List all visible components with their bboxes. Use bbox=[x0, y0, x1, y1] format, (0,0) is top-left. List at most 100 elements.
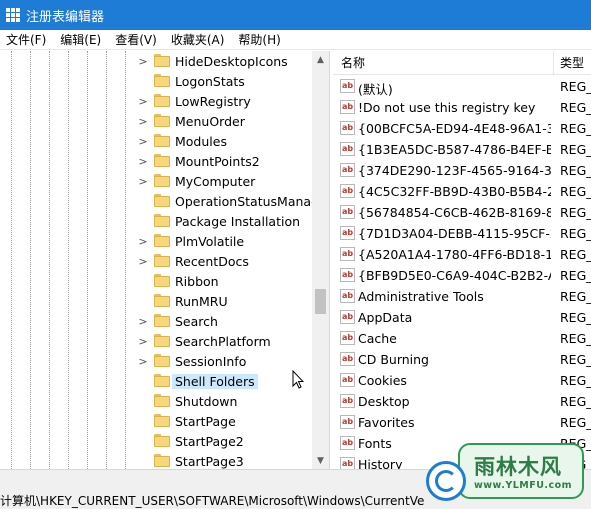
tree-item[interactable]: > SearchPlatform bbox=[0, 331, 312, 351]
folder-icon bbox=[154, 234, 170, 247]
expand-chevron-icon[interactable]: > bbox=[138, 151, 148, 171]
tree-item[interactable]: StartPage2 bbox=[0, 431, 312, 451]
folder-icon bbox=[154, 154, 170, 167]
tree-item[interactable]: OperationStatusManag bbox=[0, 191, 319, 211]
value-type: REG_ bbox=[560, 247, 591, 262]
list-item[interactable]: ab Administrative Tools REG_ bbox=[333, 286, 591, 307]
expand-chevron-icon[interactable]: > bbox=[138, 331, 148, 351]
value-name: {BFB9D5E0-C6A9-404C-B2B2-A… bbox=[358, 268, 551, 283]
column-header-name[interactable]: 名称 bbox=[341, 54, 365, 71]
expand-chevron-icon[interactable]: > bbox=[138, 311, 148, 331]
expand-chevron-icon[interactable]: > bbox=[138, 91, 148, 111]
list-item[interactable]: ab Cache REG_ bbox=[333, 328, 591, 349]
value-type: REG_ bbox=[560, 268, 591, 283]
menu-view[interactable]: 查看(V) bbox=[109, 31, 163, 48]
value-name: CD Burning bbox=[358, 352, 429, 367]
list-item[interactable]: ab Cookies REG_ bbox=[333, 370, 591, 391]
scroll-up-arrow-icon[interactable]: ▲ bbox=[312, 51, 329, 68]
folder-icon bbox=[154, 114, 170, 127]
tree-item[interactable]: StartPage bbox=[0, 411, 312, 431]
watermark-logo: 雨林木风 www.YLMFU.com bbox=[426, 441, 586, 505]
list-item[interactable]: ab Favorites REG_ bbox=[333, 412, 591, 433]
value-name: Desktop bbox=[358, 394, 410, 409]
folder-icon bbox=[154, 134, 170, 147]
expand-chevron-icon[interactable]: > bbox=[138, 51, 148, 71]
tree-item[interactable]: > PlmVolatile bbox=[0, 231, 312, 251]
scrollbar-thumb[interactable] bbox=[315, 289, 326, 314]
tree-item[interactable]: > SessionInfo bbox=[0, 351, 312, 371]
list-item[interactable]: ab Desktop REG_ bbox=[333, 391, 591, 412]
tree-item[interactable]: > MountPoints2 bbox=[0, 151, 312, 171]
tree-item-label: StartPage2 bbox=[175, 433, 244, 449]
list-item[interactable]: ab {1B3EA5DC-B587-4786-B4EF-B… REG_ bbox=[333, 139, 591, 160]
list-item[interactable]: ab {374DE290-123F-4565-9164-39… REG_ bbox=[333, 160, 591, 181]
list-item[interactable]: ab{A520A1A4-1780-4FF6-BD18-16… REG_ bbox=[333, 244, 591, 265]
tree-item[interactable]: > RecentDocs bbox=[0, 251, 312, 271]
list-item[interactable]: ab{56784854-C6CB-462B-8169-88… REG_ bbox=[333, 202, 591, 223]
tree-item[interactable]: > HideDesktopIcons bbox=[0, 51, 312, 71]
title-bar: 注册表编辑器 bbox=[0, 0, 591, 30]
registry-values-list[interactable]: 名称 类型 ab (默认) REG_ ab !Do not use this regis… bbox=[333, 51, 591, 469]
tree-item[interactable]: Package Installation bbox=[0, 211, 312, 231]
tree-item-label: Search bbox=[175, 313, 218, 329]
tree-item[interactable]: RunMRU bbox=[0, 291, 312, 311]
tree-item[interactable]: LogonStats bbox=[0, 71, 312, 91]
value-name: {7D1D3A04-DEBB-4115-95CF-2… bbox=[358, 226, 551, 241]
folder-icon bbox=[154, 454, 170, 467]
folder-icon bbox=[154, 94, 170, 107]
value-name: {1B3EA5DC-B587-4786-B4EF-B… bbox=[358, 142, 551, 157]
tree-item[interactable]: > Search bbox=[0, 311, 312, 331]
expand-chevron-icon[interactable]: > bbox=[138, 111, 148, 131]
list-item[interactable]: ab{00BCFC5A-ED94-4E48-96A1-3F… REG_ bbox=[333, 118, 591, 139]
tree-item[interactable]: > LowRegistry bbox=[0, 91, 312, 111]
value-name: {00BCFC5A-ED94-4E48-96A1-3F… bbox=[358, 121, 551, 136]
column-separator[interactable] bbox=[553, 51, 554, 75]
string-value-icon: ab bbox=[340, 310, 355, 324]
list-item[interactable]: ab CD Burning REG_ bbox=[333, 349, 591, 370]
tree-item-label: PlmVolatile bbox=[175, 233, 245, 249]
tree-item[interactable]: Shell Folders bbox=[0, 371, 312, 391]
menu-favorites[interactable]: 收藏夹(A) bbox=[165, 31, 231, 48]
tree-item[interactable]: > Modules bbox=[0, 131, 312, 151]
list-item[interactable]: ab {4C5C32FF-BB9D-43B0-B5B4-2… REG_ bbox=[333, 181, 591, 202]
tree-item[interactable]: Shutdown bbox=[0, 391, 312, 411]
regedit-app-icon bbox=[6, 8, 20, 22]
string-value-icon: ab bbox=[340, 184, 355, 198]
value-type: REG_ bbox=[560, 310, 591, 325]
expand-chevron-icon[interactable]: > bbox=[138, 351, 148, 371]
menu-help[interactable]: 帮助(H) bbox=[232, 31, 286, 48]
folder-icon bbox=[154, 214, 170, 227]
menu-edit[interactable]: 编辑(E) bbox=[54, 31, 107, 48]
expand-chevron-icon[interactable]: > bbox=[138, 231, 148, 251]
tree-item[interactable]: > MyComputer bbox=[0, 171, 312, 191]
string-value-icon: ab bbox=[340, 352, 355, 366]
string-value-icon: ab bbox=[340, 79, 355, 93]
tree-item[interactable]: StartPage3 bbox=[0, 451, 312, 469]
tree-item-label: Shell Folders bbox=[172, 373, 258, 389]
registry-key-tree[interactable]: > HideDesktopIcons LogonStats > LowRegistry >… bbox=[0, 51, 330, 469]
menu-file[interactable]: 文件(F) bbox=[0, 31, 52, 48]
tree-item[interactable]: Ribbon bbox=[0, 271, 312, 291]
expand-chevron-icon[interactable]: > bbox=[138, 131, 148, 151]
watermark-swirl-icon bbox=[426, 461, 466, 501]
string-value-icon: ab bbox=[340, 436, 355, 450]
value-name: AppData bbox=[358, 310, 413, 325]
list-item[interactable]: ab !Do not use this registry key REG_ bbox=[333, 97, 591, 118]
value-type: REG_ bbox=[560, 121, 591, 136]
tree-item[interactable]: > MenuOrder bbox=[0, 111, 312, 131]
expand-chevron-icon[interactable]: > bbox=[138, 251, 148, 271]
tree-vertical-scrollbar[interactable]: ▲ ▼ bbox=[312, 51, 329, 469]
list-item[interactable]: ab {7D1D3A04-DEBB-4115-95CF-2… REG_ bbox=[333, 223, 591, 244]
list-item[interactable]: ab (默认) REG_ bbox=[333, 76, 591, 97]
watermark-bubble: 雨林木风 www.YLMFU.com bbox=[458, 443, 584, 499]
tree-item-label: HideDesktopIcons bbox=[175, 53, 288, 69]
expand-chevron-icon[interactable]: > bbox=[138, 171, 148, 191]
value-type: REG_ bbox=[560, 163, 591, 178]
value-name: {A520A1A4-1780-4FF6-BD18-16… bbox=[358, 247, 551, 262]
column-header-type[interactable]: 类型 bbox=[560, 54, 584, 71]
string-value-icon: ab bbox=[340, 373, 355, 387]
scroll-down-arrow-icon[interactable]: ▼ bbox=[312, 452, 329, 469]
list-item[interactable]: ab {BFB9D5E0-C6A9-404C-B2B2-A… REG_ bbox=[333, 265, 591, 286]
tree-item-label: OperationStatusManag bbox=[175, 193, 320, 209]
list-item[interactable]: ab AppData REG_ bbox=[333, 307, 591, 328]
